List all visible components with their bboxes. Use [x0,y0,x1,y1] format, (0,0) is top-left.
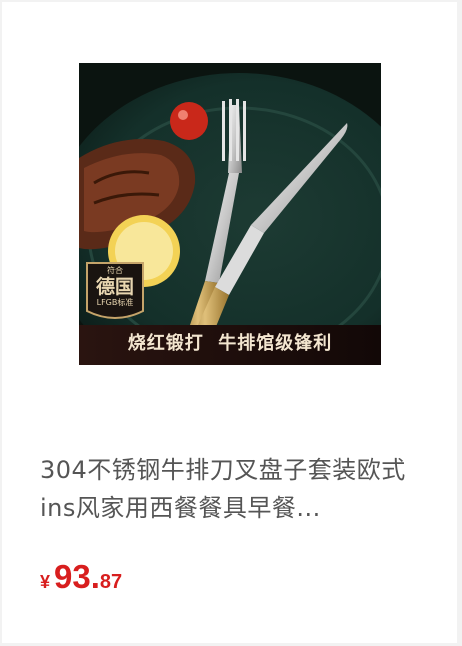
product-image[interactable]: 符合 德国 LFGB标准 烧红锻打 牛排馆级锋利 [79,63,381,365]
product-card[interactable]: 符合 德国 LFGB标准 烧红锻打 牛排馆级锋利 304不锈钢牛排刀叉盘子套装欧… [2,2,457,643]
badge-bottom-text: LFGB标准 [96,298,134,307]
product-title[interactable]: 304不锈钢牛排刀叉盘子套装欧式ins风家用西餐餐具早餐... [40,451,420,527]
badge-top-text: 符合 [107,266,123,275]
price-integer: 93. [54,558,100,595]
product-price: ¥93.87 [40,558,122,596]
price-decimal: 87 [99,571,123,593]
image-banner-text: 烧红锻打 牛排馆级锋利 [127,333,333,354]
currency-symbol: ¥ [40,572,51,592]
badge-main-text: 德国 [95,276,134,298]
